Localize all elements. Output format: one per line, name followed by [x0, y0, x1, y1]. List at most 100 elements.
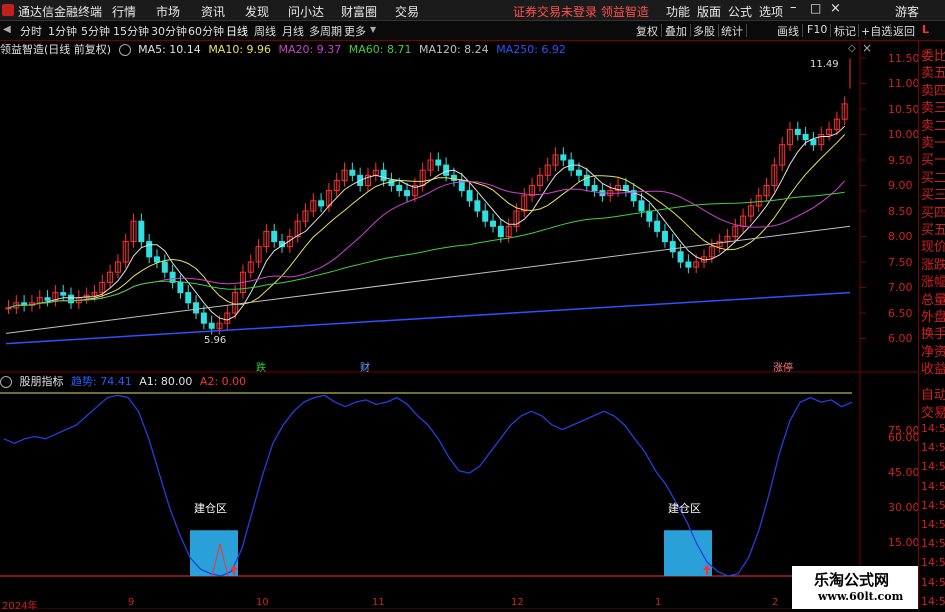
menu-item-function[interactable]: 功能 [666, 3, 690, 20]
candle-body [638, 200, 645, 212]
side-panel-item[interactable]: 14:56 [921, 537, 945, 550]
kline-chart-area[interactable] [0, 41, 918, 609]
side-panel-item[interactable]: 14:56 [921, 595, 945, 608]
event-marker-fall[interactable]: 跌 [256, 359, 266, 374]
side-panel-item[interactable]: 买二 [921, 167, 945, 186]
maximize-icon[interactable]: □ [810, 1, 821, 15]
period-tab-30min[interactable]: 30分钟 [151, 23, 187, 39]
side-panel-item[interactable]: 14:56 [921, 518, 945, 531]
candle-body [677, 251, 684, 263]
side-panel-item[interactable]: 收益 [921, 358, 945, 377]
multi-stock-button[interactable]: 多股 [693, 23, 715, 39]
candle-body [185, 292, 192, 304]
menu-item-news[interactable]: 资讯 [201, 3, 225, 20]
settings-icon[interactable] [118, 44, 131, 56]
side-panel-item[interactable]: 14:56 [921, 576, 945, 589]
side-panel-item[interactable]: 自动 [921, 384, 945, 403]
period-tab-60min[interactable]: 60分钟 [188, 23, 224, 39]
toolbar-divider [661, 24, 662, 37]
indicator-tick: 15.00 [888, 536, 920, 549]
side-panel-item[interactable]: 涨幅 [921, 271, 945, 290]
zone-label-2: 建仓区 [668, 502, 701, 515]
menu-item-quotes[interactable]: 行情 [112, 3, 136, 20]
menu-item-market[interactable]: 市场 [156, 3, 180, 20]
period-tab-weekly[interactable]: 周线 [254, 23, 276, 39]
event-marker-finance[interactable]: 财 [360, 359, 370, 374]
f10-button[interactable]: F10 [807, 23, 827, 36]
side-panel-item[interactable]: 现价 [921, 236, 945, 255]
event-marker-limit-up[interactable]: 涨停 [773, 359, 793, 374]
mark-button[interactable]: 标记 [834, 23, 856, 39]
date-label: 10 [256, 597, 269, 608]
overlay-button[interactable]: 叠加 [665, 23, 687, 39]
side-panel-item[interactable]: 交易 [921, 402, 945, 421]
candle-body [474, 200, 481, 212]
ma250-label: MA250: 6.92 [496, 43, 566, 56]
side-panel-item[interactable]: 卖二 [921, 115, 945, 134]
side-panel-item[interactable]: 卖一 [921, 132, 945, 151]
expand-arrow-icon[interactable]: ◀ [3, 24, 11, 35]
side-panel-item[interactable]: 14:56 [921, 460, 945, 473]
toolbar-divider [890, 24, 891, 37]
candle-body [591, 185, 598, 192]
adjust-button[interactable]: 复权 [636, 23, 658, 39]
menu-item-options[interactable]: 选项 [759, 3, 783, 20]
menu-item-trade[interactable]: 交易 [395, 3, 419, 20]
side-panel-item[interactable]: 卖三 [921, 97, 945, 116]
period-tab-intraday[interactable]: 分时 [20, 23, 42, 39]
period-tab-monthly[interactable]: 月线 [282, 23, 304, 39]
chart-close-icon[interactable]: × [862, 41, 872, 55]
side-panel-item[interactable]: 涨跌 [921, 254, 945, 273]
price-tick: 8.50 [888, 205, 913, 218]
side-panel-item[interactable]: 14:56 [921, 556, 945, 569]
toolbar-divider [830, 24, 831, 37]
side-panel-item[interactable]: 换手 [921, 323, 945, 342]
side-panel-item[interactable]: 总量 [921, 289, 945, 308]
side-panel-item[interactable]: 卖五 [921, 62, 945, 81]
indicator-tick: 30.00 [888, 501, 920, 514]
candle-body [466, 190, 473, 202]
side-panel-item[interactable]: 14:56 [921, 441, 945, 454]
date-label: 9 [128, 597, 135, 608]
side-panel-item[interactable]: 14:56 [921, 480, 945, 493]
menu-item-wealth[interactable]: 财富圈 [341, 3, 377, 20]
add-watchlist-button[interactable]: +自选 [861, 23, 892, 39]
more-chevron-icon[interactable]: ▼ [370, 25, 376, 34]
menu-item-discover[interactable]: 发现 [245, 3, 269, 20]
indicator-legend: 股朋指标 趋势: 74.41 A1: 80.00 A2: 0.00 [0, 373, 250, 388]
login-notice[interactable]: 证券交易未登录 领益智造 [513, 3, 649, 20]
menu-item-layout[interactable]: 版面 [697, 3, 721, 20]
period-tab-5min[interactable]: 5分钟 [81, 23, 110, 39]
indicator-settings-icon[interactable] [0, 376, 12, 388]
indicator-name[interactable]: 股朋指标 [20, 375, 64, 388]
menu-item-formula[interactable]: 公式 [728, 3, 752, 20]
side-panel-item[interactable]: 卖四 [921, 80, 945, 99]
side-panel-item[interactable]: 买三 [921, 184, 945, 203]
minimize-icon[interactable]: – [790, 0, 797, 15]
chart-options-icon[interactable]: ◇ [848, 43, 856, 54]
user-label[interactable]: 游客 [895, 3, 919, 20]
close-icon[interactable]: × [830, 1, 841, 16]
side-panel-item[interactable]: 买一 [921, 149, 945, 168]
candle-body [646, 210, 653, 222]
side-panel-item[interactable]: 买五 [921, 219, 945, 238]
stats-button[interactable]: 统计 [721, 23, 743, 39]
draw-line-button[interactable]: 画线 [777, 23, 799, 39]
period-tab-daily[interactable]: 日线 [226, 23, 248, 39]
back-button[interactable]: 返回 [893, 23, 915, 39]
stock-title[interactable]: 领益智造(日线 前复权) [0, 43, 111, 56]
candle-body [802, 134, 809, 141]
period-tab-15min[interactable]: 15分钟 [113, 23, 149, 39]
side-panel-item[interactable]: 买四 [921, 202, 945, 221]
side-panel-item[interactable]: 14:56 [921, 499, 945, 512]
menu-item-ask[interactable]: 问小达 [288, 3, 324, 20]
side-panel-item[interactable]: 净资 [921, 341, 945, 360]
period-tab-multi[interactable]: 多周期 [309, 23, 342, 39]
period-tab-more[interactable]: 更多 [344, 23, 366, 39]
side-panel-item[interactable]: 外盘 [921, 306, 945, 325]
low-price-label: 5.96 [204, 335, 227, 346]
side-panel-toggle[interactable]: L [922, 23, 929, 36]
side-panel-item[interactable]: 委比 [921, 45, 945, 64]
side-panel-item[interactable]: 14:56 [921, 422, 945, 435]
period-tab-1min[interactable]: 1分钟 [48, 23, 77, 39]
